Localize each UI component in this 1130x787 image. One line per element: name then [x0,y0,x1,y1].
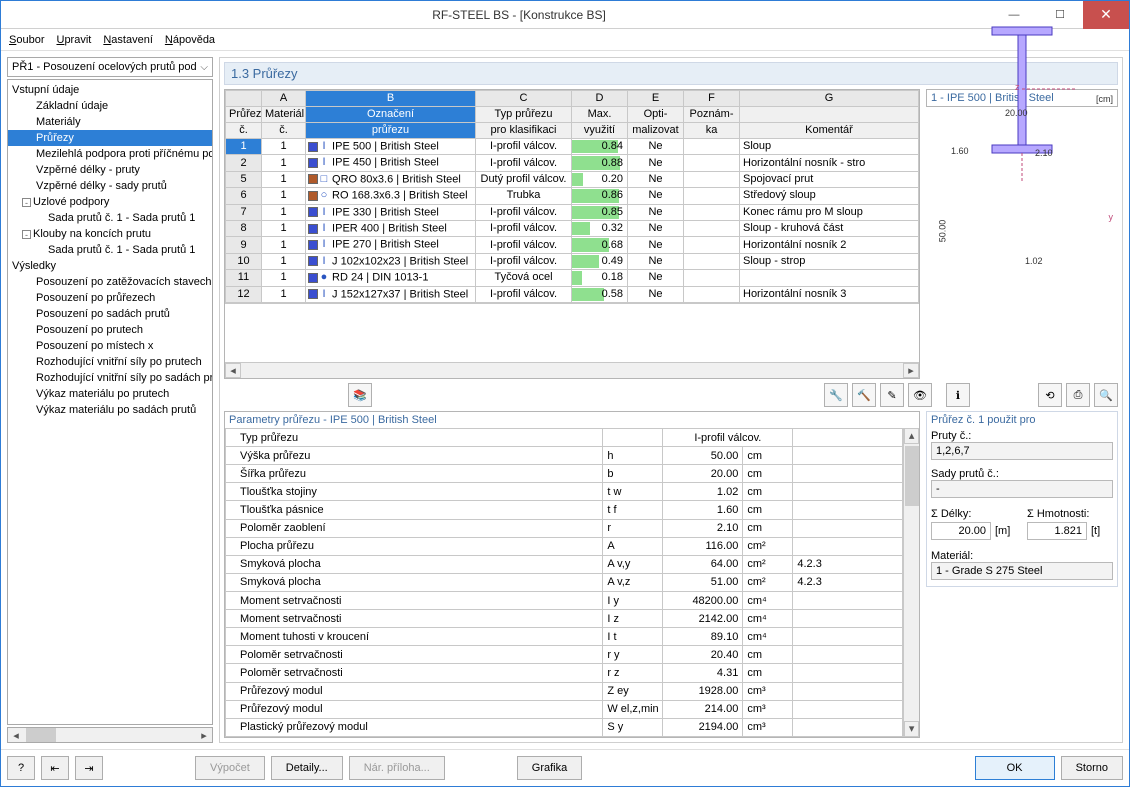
footer: ? ⇤ ⇥ Výpočet Detaily... Nár. příloha...… [1,749,1129,786]
tree-item[interactable]: Základní údaje [8,98,212,114]
param-row[interactable]: Poloměr setrvačnostir z4.31cm [226,664,903,682]
material-value: 1 - Grade S 275 Steel [931,562,1113,580]
table-tool-1[interactable]: 🔧 [824,383,848,407]
table-row[interactable]: 61○ RO 168.3x6.3 | British SteelTrubka0.… [226,188,919,204]
length-label: Σ Délky: [931,508,1017,520]
param-row[interactable]: Tloušťka stojinyt w1.02cm [226,483,903,501]
table-row[interactable]: 91I IPE 270 | British SteelI-profil válc… [226,237,919,253]
params-panel: Parametry průřezu - IPE 500 | British St… [224,411,920,738]
param-row[interactable]: Poloměr setrvačnostir y20.40cm [226,646,903,664]
tree-item[interactable]: Rozhodující vnitřní síly po prutech [8,354,212,370]
tree-item[interactable]: Posouzení po prutech [8,322,212,338]
tree-item[interactable]: Vzpěrné délky - pruty [8,162,212,178]
members-label: Pruty č.: [931,430,1113,442]
sets-label: Sady prutů č.: [931,468,1113,480]
menu-help[interactable]: Nápověda [165,34,215,46]
menu-edit[interactable]: Upravit [56,34,91,46]
tree-item[interactable]: Posouzení po zatěžovacích stavech [8,274,212,290]
info-button[interactable]: ℹ [946,383,970,407]
tree-item[interactable]: Průřezy [8,130,212,146]
param-row[interactable]: Šířka průřezub20.00cm [226,465,903,483]
tree-item[interactable]: Posouzení po místech x [8,338,212,354]
window-title: RF-STEEL BS - [Konstrukce BS] [47,8,991,22]
library-button[interactable]: 📚 [348,383,372,407]
table-row[interactable]: 121I J 152x127x37 | British SteelI-profi… [226,286,919,302]
param-row[interactable]: Výška průřezuh50.00cm [226,447,903,465]
ok-button[interactable]: OK [975,756,1055,780]
table-tool-2[interactable]: 🔨 [852,383,876,407]
param-row[interactable]: Plocha průřezuA116.00cm² [226,537,903,555]
view-tool-1[interactable]: ⟲ [1038,383,1062,407]
tree-item[interactable]: Výsledky [8,258,212,274]
table-row[interactable]: 71I IPE 330 | British SteelI-profil válc… [226,204,919,220]
param-row[interactable]: Průřezový modulW el,z,min214.00cm³ [226,700,903,718]
menu-file[interactable]: Soubor [9,34,44,46]
tree-item[interactable]: Posouzení po sadách prutů [8,306,212,322]
material-label: Materiál: [931,550,1113,562]
params-table[interactable]: Typ průřezuI-profil válcov.Výška průřezu… [225,428,903,737]
table-row[interactable]: 81I IPER 400 | British SteelI-profil vál… [226,221,919,237]
mass-value: 1.821 [1027,522,1087,540]
tree-item[interactable]: Sada prutů č. 1 - Sada prutů 1 [8,242,212,258]
tree-item[interactable]: Výkaz materiálu po prutech [8,386,212,402]
calc-button[interactable]: Výpočet [195,756,265,780]
tree-item[interactable]: Posouzení po průřezech [8,290,212,306]
sets-value: - [931,480,1113,498]
nav-tree[interactable]: Vstupní údajeZákladní údajeMateriályPrůř… [7,79,213,725]
table-tool-3[interactable]: ✎ [880,383,904,407]
details-button[interactable]: Detaily... [271,756,343,780]
table-row[interactable]: 111● RD 24 | DIN 1013-1Tyčová ocel0.18Ne [226,270,919,286]
view-tool-3[interactable]: 🔍 [1094,383,1118,407]
table-row[interactable]: 21I IPE 450 | British SteelI-profil válc… [226,155,919,171]
tree-item[interactable]: Rozhodující vnitřní síly po sadách pr [8,370,212,386]
tree-item[interactable]: Výkaz materiálu po sadách prutů [8,402,212,418]
grid-hscroll[interactable]: ◂▸ [225,362,919,378]
sections-grid[interactable]: ABCDEFGPrůřezMateriálOznačeníTyp průřezu… [224,89,920,379]
param-row[interactable]: Moment setrvačnostiI z2142.00cm⁴ [226,610,903,628]
param-row[interactable]: Tloušťka pásnicet f1.60cm [226,501,903,519]
param-row[interactable]: Typ průřezuI-profil válcov. [226,429,903,447]
length-value: 20.00 [931,522,991,540]
export-button[interactable]: ⇥ [75,756,103,780]
tree-hscroll[interactable]: ◂▸ [7,727,213,743]
help-button[interactable]: ? [7,756,35,780]
param-row[interactable]: Plastický průřezový modulS y2194.00cm³ [226,718,903,736]
used-for-title: Průřez č. 1 použit pro [931,414,1113,426]
tree-item[interactable]: Mezilehlá podpora proti příčnému pos [8,146,212,162]
menubar[interactable]: Soubor Upravit Nastavení Nápověda [1,29,1129,51]
table-row[interactable]: 101I J 102x102x23 | British SteelI-profi… [226,253,919,269]
app-window: RF-STEEL BS - [Konstrukce BS] — ☐ ✕ Soub… [0,0,1130,787]
params-vscroll[interactable]: ▴▾ [903,428,919,737]
param-row[interactable]: Moment tuhosti v krouceníI t89.10cm⁴ [226,628,903,646]
param-row[interactable]: Moment setrvačnostiI y48200.00cm⁴ [226,591,903,609]
section-preview: 1 - IPE 500 | British Steel [926,89,1118,107]
params-title: Parametry průřezu - IPE 500 | British St… [225,412,919,428]
view-tool-2[interactable]: ⎙ [1066,383,1090,407]
param-row[interactable]: Průřezový modulZ ey1928.00cm³ [226,682,903,700]
table-row[interactable]: 11I IPE 500 | British SteelI-profil válc… [226,139,919,155]
param-row[interactable]: Smyková plochaA v,y64.00cm²4.2.3 [226,555,903,573]
mass-label: Σ Hmotnosti: [1027,508,1113,520]
tree-item[interactable]: Vstupní údaje [8,82,212,98]
ibeam-icon [962,7,1082,187]
case-combo[interactable]: PŘ1 - Posouzení ocelových prutů pod [7,57,213,77]
cancel-button[interactable]: Storno [1061,756,1123,780]
table-row[interactable]: 51□ QRO 80x3.6 | British SteelDutý profi… [226,171,919,187]
graphics-button[interactable]: Grafika [517,756,582,780]
param-row[interactable]: Smyková plochaA v,z51.00cm²4.2.3 [226,573,903,591]
attachment-button[interactable]: Nár. příloha... [349,756,445,780]
tree-item[interactable]: Vzpěrné délky - sady prutů [8,178,212,194]
titlebar: RF-STEEL BS - [Konstrukce BS] — ☐ ✕ [1,1,1129,29]
tree-item[interactable]: Materiály [8,114,212,130]
tree-item[interactable]: -Uzlové podpory [8,194,212,210]
table-tool-4[interactable]: 👁 [908,383,932,407]
tree-item[interactable]: Sada prutů č. 1 - Sada prutů 1 [8,210,212,226]
param-row[interactable]: Poloměr zaoblenír2.10cm [226,519,903,537]
close-button[interactable]: ✕ [1083,1,1129,29]
menu-settings[interactable]: Nastavení [103,34,153,46]
import-button[interactable]: ⇤ [41,756,69,780]
tree-item[interactable]: -Klouby na koncích prutu [8,226,212,242]
members-value: 1,2,6,7 [931,442,1113,460]
